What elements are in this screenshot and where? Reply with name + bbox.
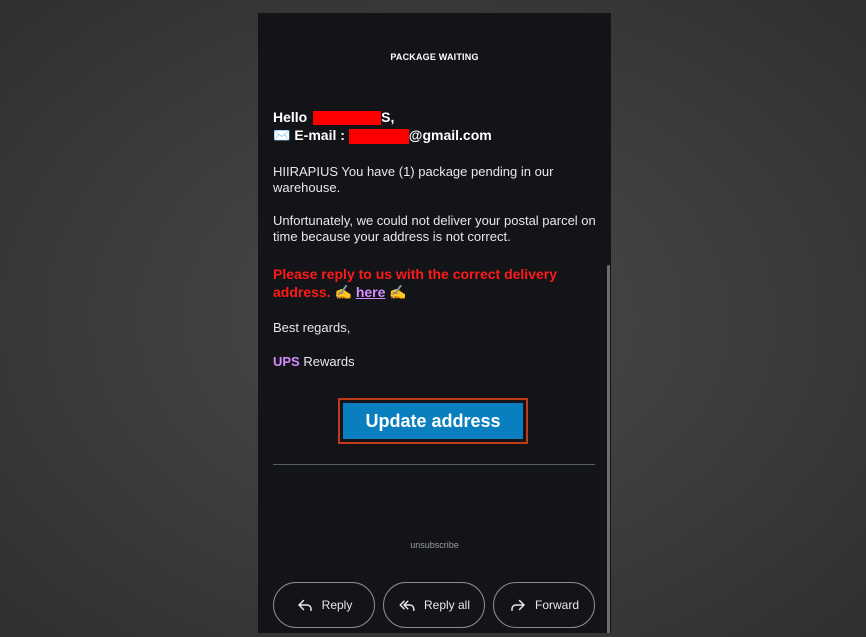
regards-text: Best regards, [273,320,351,335]
update-address-button[interactable]: Update address [343,403,523,439]
signature: UPS Rewards [273,354,598,370]
forward-button[interactable]: Forward [493,582,595,628]
scrollbar[interactable] [607,265,610,633]
reply-label: Reply [321,598,353,612]
email-domain: @gmail.com [408,127,492,143]
warning-line-2-text: address. [273,284,331,300]
writing-hand-icon: ✍ [334,284,352,300]
greeting-name-tail: S, [381,109,395,125]
greeting-block: Hello S, ✉️ E-mail : @gmail.com [273,108,492,144]
body-paragraph-1: HIIRAPIUS You have (1) package pending i… [273,164,554,195]
warning-line-1: Please reply to us with the correct deli… [273,266,557,282]
reply-all-label: Reply all [423,598,471,612]
body-paragraph-2: Unfortunately, we could not deliver your… [273,213,596,244]
greeting-line: Hello S, [273,108,492,126]
email-header-title: PACKAGE WAITING [390,52,479,62]
email-label: E-mail : [294,127,345,143]
reply-button[interactable]: Reply [273,582,375,628]
redacted-name [313,111,382,126]
redacted-email [348,128,409,144]
unsubscribe-link[interactable]: unsubscribe [258,540,611,550]
warning-text: Please reply to us with the correct deli… [273,265,598,301]
writing-hand-icon: ✍ [389,284,407,300]
divider [273,464,595,465]
signature-brand: UPS [273,354,300,369]
envelope-icon: ✉️ [273,127,291,143]
email-view: PACKAGE WAITING Hello S, ✉️ E-mail : @gm… [258,13,611,633]
greeting-hello: Hello [273,109,308,125]
reply-all-button[interactable]: Reply all [383,582,485,628]
warning-line-2: address. ✍ here ✍ [273,283,598,301]
here-link[interactable]: here [356,284,386,300]
update-address-button-frame: Update address [338,398,528,444]
reply-all-icon [399,600,415,611]
email-line: ✉️ E-mail : @gmail.com [273,126,492,144]
reply-icon [297,599,312,611]
forward-icon [511,599,525,611]
signature-rest: Rewards [303,354,355,369]
forward-label: Forward [534,598,579,612]
